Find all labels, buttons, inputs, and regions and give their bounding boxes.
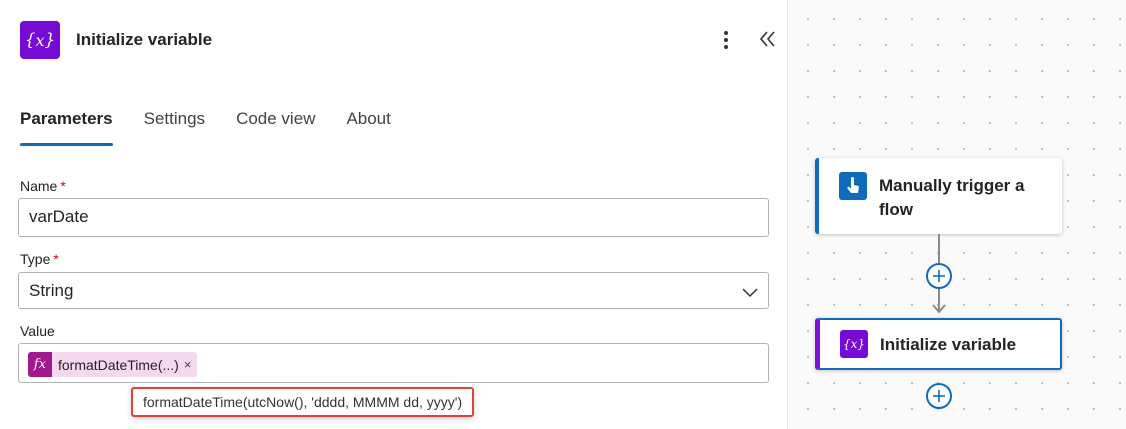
expression-tooltip: formatDateTime(utcNow(), 'dddd, MMMM dd,… <box>131 387 475 417</box>
variable-icon: {x} <box>20 21 60 59</box>
required-mark: * <box>53 251 59 267</box>
name-field-label: Name * <box>20 178 66 194</box>
plus-icon <box>933 390 945 402</box>
variable-icon: {x} <box>840 330 868 358</box>
more-options-button[interactable] <box>716 28 736 52</box>
tab-about[interactable]: About <box>346 106 390 146</box>
function-icon: fx <box>28 352 52 377</box>
token-label: formatDateTime(...) <box>58 356 179 373</box>
chevron-down-icon <box>742 288 758 298</box>
panel-header: {x} Initialize variable <box>0 0 788 80</box>
collapse-panel-button[interactable] <box>754 26 780 52</box>
name-label-text: Name <box>20 178 58 194</box>
initialize-variable-node-card[interactable]: {x} Initialize variable <box>815 318 1062 370</box>
touch-icon <box>839 172 867 200</box>
plus-icon <box>933 270 945 282</box>
type-label-text: Type <box>20 251 51 267</box>
name-input[interactable]: varDate <box>18 198 769 237</box>
arrow-down-icon <box>932 304 946 314</box>
panel-title: Initialize variable <box>76 30 213 49</box>
trigger-node-title: Manually trigger a flow <box>879 176 1025 219</box>
initialize-variable-node-title: Initialize variable <box>880 335 1017 354</box>
trigger-node-card[interactable]: Manually trigger a flow <box>815 158 1062 234</box>
double-chevron-left-icon <box>759 31 775 47</box>
tab-settings[interactable]: Settings <box>144 106 205 146</box>
required-mark: * <box>60 178 66 194</box>
dot-icon <box>724 45 728 49</box>
type-select[interactable]: String <box>18 272 769 309</box>
add-step-button[interactable] <box>926 383 952 409</box>
tab-code-view[interactable]: Code view <box>236 106 315 146</box>
dot-icon <box>724 38 728 42</box>
value-field-label: Value <box>20 323 55 339</box>
tab-parameters[interactable]: Parameters <box>20 106 113 146</box>
remove-token-button[interactable]: × <box>184 357 192 372</box>
flow-designer-canvas[interactable]: Manually trigger a flow {x} Initialize v… <box>789 0 1126 429</box>
type-field-label: Type * <box>20 251 59 267</box>
insert-step-button[interactable] <box>926 263 952 289</box>
tab-bar: Parameters Settings Code view About <box>20 106 391 146</box>
connector-line <box>938 234 940 264</box>
dot-icon <box>724 31 728 35</box>
action-details-panel: {x} Initialize variable Parameters Setti… <box>0 0 788 429</box>
expression-token[interactable]: fx formatDateTime(...) × <box>28 352 198 377</box>
type-select-value: String <box>29 281 74 300</box>
